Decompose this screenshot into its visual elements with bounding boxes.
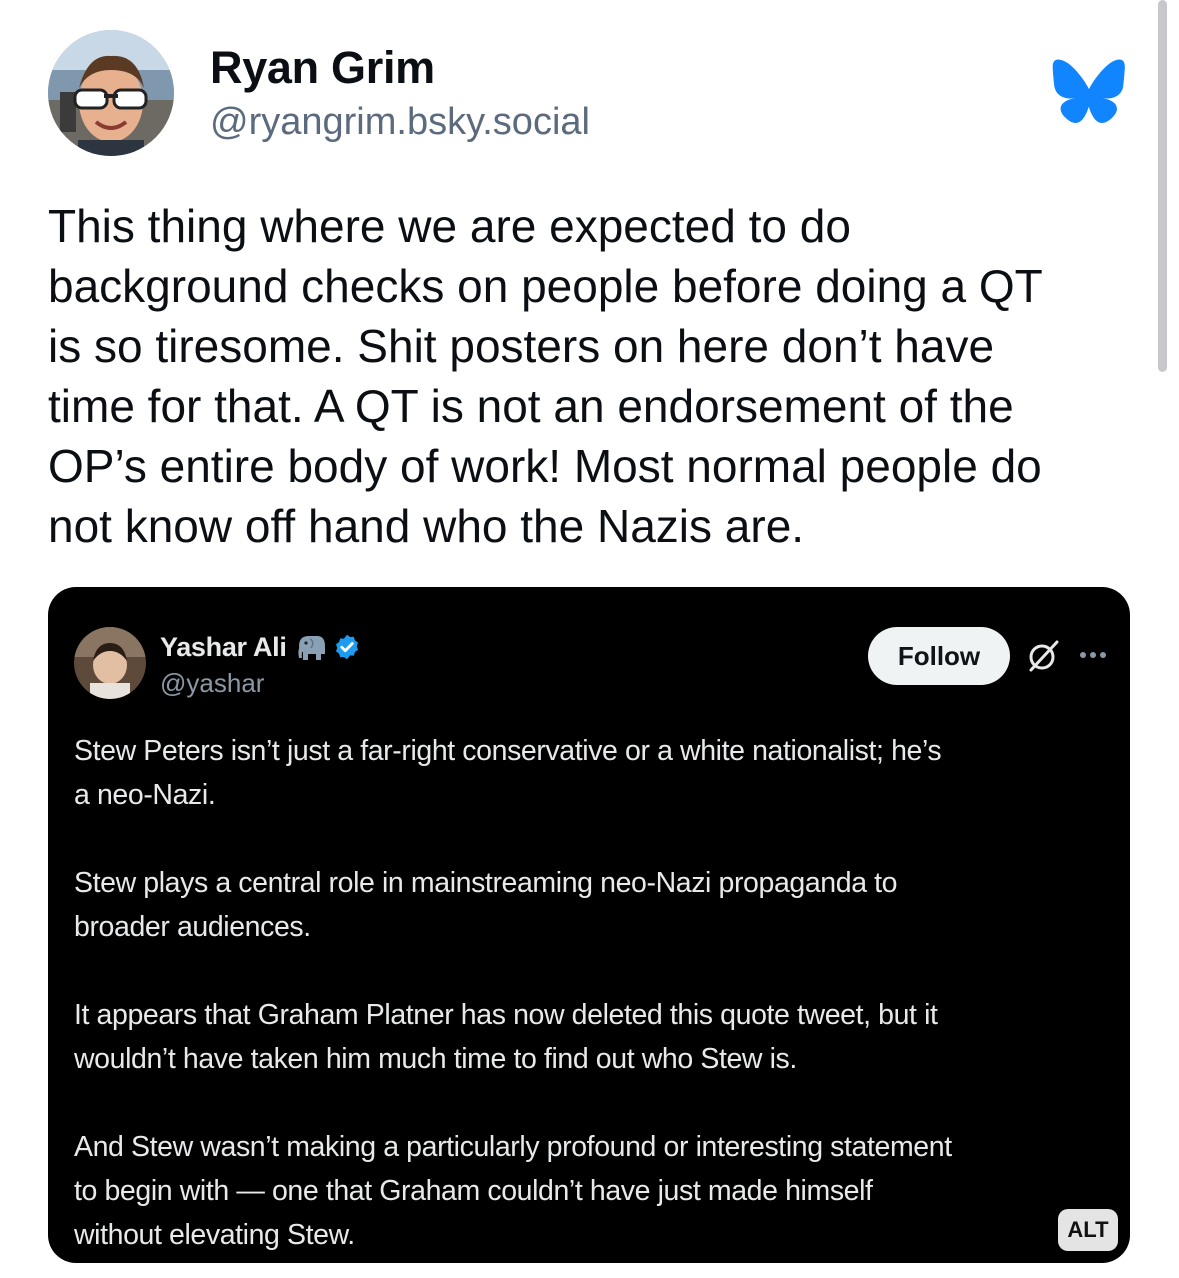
verified-badge-icon [335,634,358,660]
bluesky-butterfly-icon[interactable] [1052,58,1126,124]
author-avatar[interactable] [48,30,174,156]
scrollbar[interactable] [1158,0,1167,372]
quoted-paragraph: It appears that Graham Platner has now d… [74,999,938,1075]
elephant-icon [297,636,325,660]
follow-button: Follow [868,627,1010,685]
author-name[interactable]: Ryan Grim [210,42,435,94]
more-options-icon [1080,652,1106,658]
quoted-paragraph: And Stew wasn’t making a particularly pr… [74,1131,952,1251]
grok-icon [1029,640,1059,672]
quoted-tweet-body: Stew Peters isn’t just a far-right conse… [74,729,1114,1263]
quoted-author-handle: @yashar [160,668,265,698]
quoted-author-name: Yashar Ali [160,631,287,662]
quoted-author-avatar [74,627,146,699]
quoted-author-name-row: Yashar Ali [160,629,361,665]
post-text: This thing where we are expected to do b… [48,200,1043,552]
quoted-paragraph: Stew plays a central role in mainstreami… [74,867,898,943]
quoted-paragraph: Stew Peters isn’t just a far-right conse… [74,735,942,811]
author-handle[interactable]: @ryangrim.bsky.social [210,101,590,144]
quoted-tweet-image[interactable]: Yashar Ali @yashar Follow Stew Peters is… [48,587,1130,1263]
alt-text-badge[interactable]: ALT [1058,1209,1118,1251]
